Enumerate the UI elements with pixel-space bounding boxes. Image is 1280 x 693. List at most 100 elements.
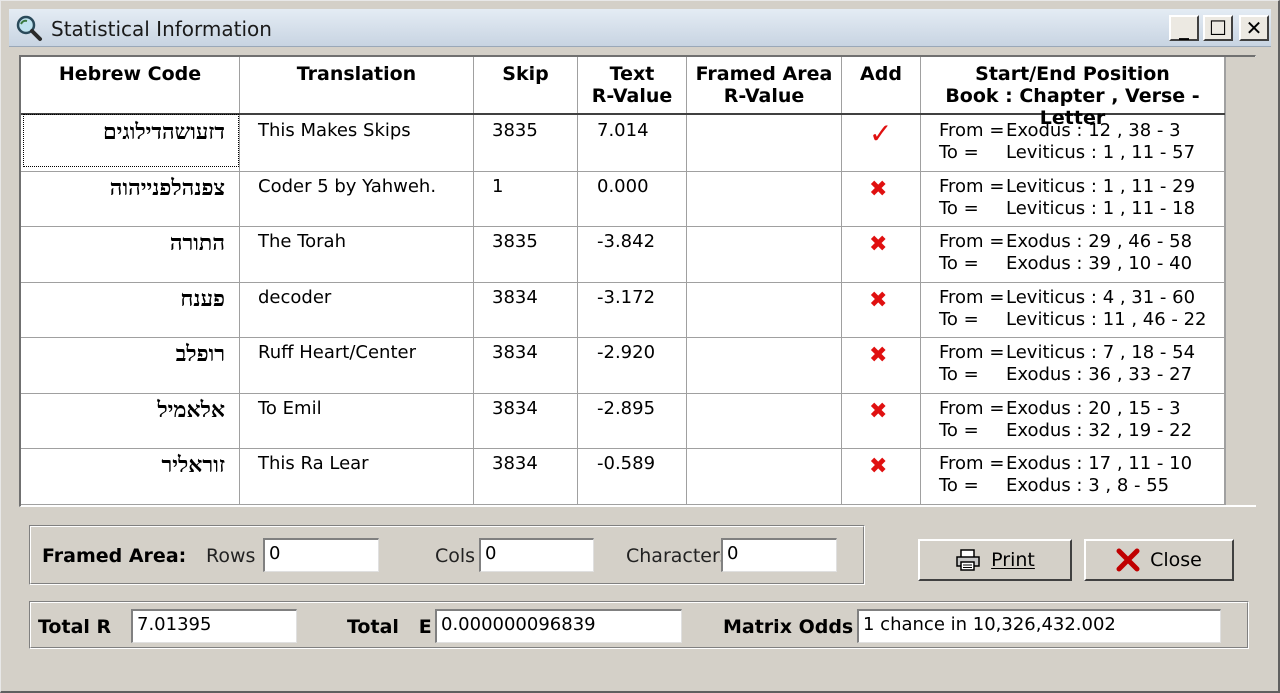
hebrew-code-cell[interactable]: זוראליר bbox=[25, 452, 225, 478]
x-mark-icon[interactable]: ✖ bbox=[869, 288, 887, 313]
skip-cell[interactable]: 3834 bbox=[492, 287, 538, 308]
from-position: Leviticus : 4 , 31 - 60 bbox=[1006, 287, 1196, 308]
skip-cell[interactable]: 1 bbox=[492, 176, 503, 197]
x-mark-icon[interactable]: ✖ bbox=[869, 232, 887, 257]
row-divider bbox=[21, 171, 1225, 172]
from-position: Exodus : 17 , 11 - 10 bbox=[1006, 453, 1193, 474]
print-button-label: Print bbox=[991, 549, 1035, 571]
printer-icon bbox=[956, 549, 980, 571]
to-label: To = bbox=[939, 420, 979, 441]
translation-cell[interactable]: Coder 5 by Yahweh. bbox=[258, 176, 436, 197]
x-mark-icon[interactable]: ✖ bbox=[869, 177, 887, 202]
from-label: From = bbox=[939, 287, 1005, 308]
hebrew-code-cell[interactable]: אלאמיל bbox=[25, 397, 225, 423]
text-r-value-cell[interactable]: 0.000 bbox=[597, 176, 649, 197]
skip-cell[interactable]: 3834 bbox=[492, 342, 538, 363]
grid-col-divider bbox=[473, 57, 474, 505]
from-label: From = bbox=[939, 120, 1005, 141]
skip-cell[interactable]: 3835 bbox=[492, 120, 538, 141]
header-framed-r-line2: R-Value bbox=[723, 85, 805, 107]
grid-scroll-area bbox=[1225, 57, 1256, 505]
header-hebrew-code-label: Hebrew Code bbox=[58, 63, 202, 85]
from-label: From = bbox=[939, 342, 1005, 363]
grid-col-divider bbox=[841, 57, 842, 505]
text-r-value-cell[interactable]: -2.895 bbox=[597, 398, 655, 419]
text-r-value-cell[interactable]: -0.589 bbox=[597, 453, 655, 474]
x-mark-icon[interactable]: ✖ bbox=[869, 343, 887, 368]
to-label: To = bbox=[939, 475, 979, 496]
close-x-icon bbox=[1116, 548, 1140, 572]
from-position: Leviticus : 1 , 11 - 29 bbox=[1006, 176, 1196, 197]
matrix-odds-label: Matrix Odds bbox=[723, 616, 854, 638]
header-framed-area-r-value[interactable]: Framed Area R-Value bbox=[687, 57, 841, 113]
title-bar[interactable]: Statistical Information _ ☐ ✕ bbox=[9, 9, 1271, 47]
skip-cell[interactable]: 3834 bbox=[492, 398, 538, 419]
hebrew-code-cell[interactable]: פענח bbox=[25, 286, 225, 312]
matrix-odds-field[interactable]: 1 chance in 10,326,432.002 bbox=[857, 609, 1221, 643]
text-r-value-cell[interactable]: -3.172 bbox=[597, 287, 655, 308]
print-button[interactable]: Print bbox=[918, 539, 1072, 581]
from-label: From = bbox=[939, 176, 1005, 197]
header-translation-label: Translation bbox=[296, 63, 417, 85]
translation-cell[interactable]: The Torah bbox=[258, 231, 346, 252]
total-e-field[interactable]: 0.000000096839 bbox=[435, 609, 682, 643]
x-mark-icon[interactable]: ✖ bbox=[869, 454, 887, 479]
hebrew-code-cell[interactable]: התורה bbox=[25, 230, 225, 256]
translation-cell[interactable]: This Ra Lear bbox=[258, 453, 369, 474]
text-r-value-cell[interactable]: -2.920 bbox=[597, 342, 655, 363]
rows-field[interactable]: 0 bbox=[263, 538, 379, 572]
hebrew-code-cell[interactable]: רופלב bbox=[25, 341, 225, 367]
to-label: To = bbox=[939, 364, 979, 385]
text-r-value-cell[interactable]: -3.842 bbox=[597, 231, 655, 252]
from-label: From = bbox=[939, 231, 1005, 252]
close-window-button[interactable]: ✕ bbox=[1239, 15, 1269, 41]
header-text-r-value[interactable]: Text R-Value bbox=[578, 57, 686, 113]
header-skip[interactable]: Skip bbox=[474, 57, 577, 113]
to-label: To = bbox=[939, 142, 979, 163]
grid-body: Hebrew Code Translation Skip Text R-Valu… bbox=[21, 57, 1225, 505]
window-title: Statistical Information bbox=[51, 17, 272, 41]
grid-col-divider bbox=[239, 57, 240, 505]
results-grid[interactable]: Hebrew Code Translation Skip Text R-Valu… bbox=[19, 55, 1256, 507]
header-hebrew-code[interactable]: Hebrew Code bbox=[21, 57, 239, 113]
to-position: Exodus : 3 , 8 - 55 bbox=[1006, 475, 1170, 496]
statistics-window: Statistical Information _ ☐ ✕ Hebrew Cod… bbox=[0, 0, 1280, 693]
skip-cell[interactable]: 3835 bbox=[492, 231, 538, 252]
total-r-field[interactable]: 7.01395 bbox=[131, 609, 297, 643]
header-position-line1: Start/End Position bbox=[975, 63, 1170, 85]
row-divider bbox=[21, 504, 1225, 505]
hebrew-code-cell[interactable]: צפנהלפנייהוה bbox=[25, 175, 225, 201]
to-label: To = bbox=[939, 198, 979, 219]
to-label: To = bbox=[939, 309, 979, 330]
skip-cell[interactable]: 3834 bbox=[492, 453, 538, 474]
hebrew-code-cell[interactable]: דזעושהדילוגים bbox=[25, 119, 225, 145]
checkmark-icon[interactable]: ✓ bbox=[869, 117, 892, 150]
header-add[interactable]: Add bbox=[842, 57, 920, 113]
to-position: Exodus : 39 , 10 - 40 bbox=[1006, 253, 1193, 274]
characters-field[interactable]: 0 bbox=[721, 538, 837, 572]
row-divider bbox=[21, 226, 1225, 227]
to-position: Leviticus : 11 , 46 - 22 bbox=[1006, 309, 1207, 330]
row-divider bbox=[21, 282, 1225, 283]
header-add-label: Add bbox=[860, 63, 902, 85]
translation-cell[interactable]: This Makes Skips bbox=[258, 120, 411, 141]
translation-cell[interactable]: decoder bbox=[258, 287, 331, 308]
from-position: Exodus : 29 , 46 - 58 bbox=[1006, 231, 1193, 252]
header-framed-r-line1: Framed Area bbox=[695, 63, 833, 85]
magnifier-app-icon bbox=[16, 15, 42, 41]
close-button[interactable]: Close bbox=[1084, 539, 1234, 581]
minimize-button[interactable]: _ bbox=[1169, 15, 1199, 41]
cols-field[interactable]: 0 bbox=[479, 538, 594, 572]
to-position: Leviticus : 1 , 11 - 18 bbox=[1006, 198, 1196, 219]
translation-cell[interactable]: To Emil bbox=[258, 398, 322, 419]
from-position: Leviticus : 7 , 18 - 54 bbox=[1006, 342, 1196, 363]
from-position: Exodus : 20 , 15 - 3 bbox=[1006, 398, 1181, 419]
header-start-end-position[interactable]: Start/End Position Book : Chapter , Vers… bbox=[921, 57, 1224, 129]
to-position: Exodus : 32 , 19 - 22 bbox=[1006, 420, 1193, 441]
text-r-value-cell[interactable]: 7.014 bbox=[597, 120, 649, 141]
row-divider bbox=[21, 448, 1225, 449]
x-mark-icon[interactable]: ✖ bbox=[869, 399, 887, 424]
header-translation[interactable]: Translation bbox=[240, 57, 473, 113]
translation-cell[interactable]: Ruff Heart/Center bbox=[258, 342, 416, 363]
maximize-button[interactable]: ☐ bbox=[1203, 15, 1233, 41]
